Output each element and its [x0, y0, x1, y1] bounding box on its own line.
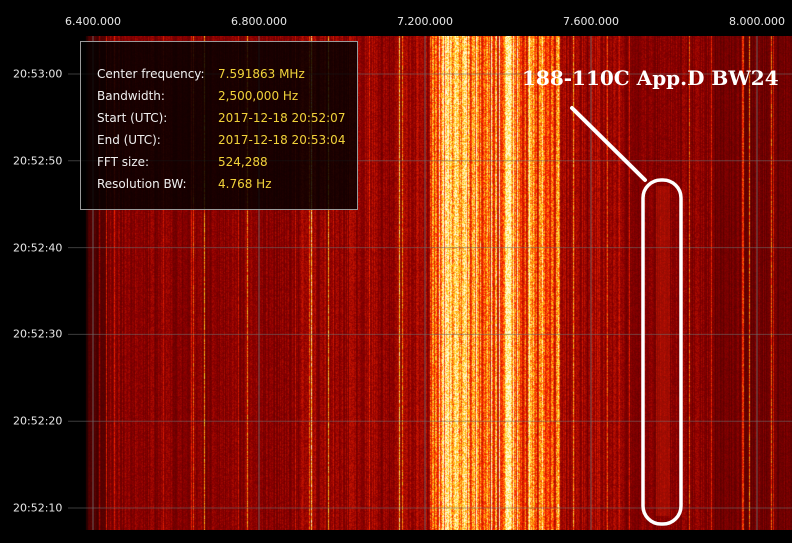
annotation-callout-line: [570, 106, 647, 182]
info-value: 2017-12-18 20:52:07: [218, 111, 346, 125]
info-key: Bandwidth:: [97, 89, 165, 103]
info-value: 524,288: [218, 155, 268, 169]
waterfall-spectrogram-view: 6.400.000 6.800.000 7.200.000 7.600.000 8.00…: [0, 0, 792, 543]
info-key: Start (UTC):: [97, 111, 168, 125]
time-tick-label: 20:52:20: [13, 414, 63, 428]
info-value: 2017-12-18 20:53:04: [218, 133, 346, 147]
info-key: End (UTC):: [97, 133, 161, 147]
time-tick-label: 20:52:50: [13, 154, 63, 168]
info-value: 2,500,000 Hz: [218, 89, 299, 103]
frequency-tick-label: 6.400.000: [65, 15, 121, 28]
time-tick-label: 20:53:00: [13, 67, 63, 81]
frequency-tick-label: 8.000.000: [729, 15, 785, 28]
recording-info-panel: Center frequency: 7.591863 MHz Bandwidth…: [80, 41, 358, 210]
info-key: FFT size:: [97, 155, 150, 169]
time-tick-label: 20:52:40: [13, 241, 63, 255]
info-key: Center frequency:: [97, 67, 205, 81]
frequency-tick-label: 7.200.000: [397, 15, 453, 28]
frequency-tick-label: 7.600.000: [563, 15, 619, 28]
time-tick-label: 20:52:30: [13, 327, 63, 341]
signal-highlight-ellipse: [641, 178, 683, 526]
info-key: Resolution BW:: [97, 177, 187, 191]
frequency-axis: 6.400.000 6.800.000 7.200.000 7.600.000 8.00…: [0, 0, 792, 36]
info-value: 7.591863 MHz: [218, 67, 305, 81]
frequency-tick-label: 6.800.000: [231, 15, 287, 28]
signal-annotation-label: 188-110C App.D BW24: [522, 66, 779, 90]
info-value: 4.768 Hz: [218, 177, 272, 191]
time-axis: 20:53:00 20:52:50 20:52:40 20:52:30 20:52:20…: [0, 36, 68, 543]
time-tick-label: 20:52:10: [13, 501, 63, 515]
annotation-marks: [570, 106, 683, 526]
